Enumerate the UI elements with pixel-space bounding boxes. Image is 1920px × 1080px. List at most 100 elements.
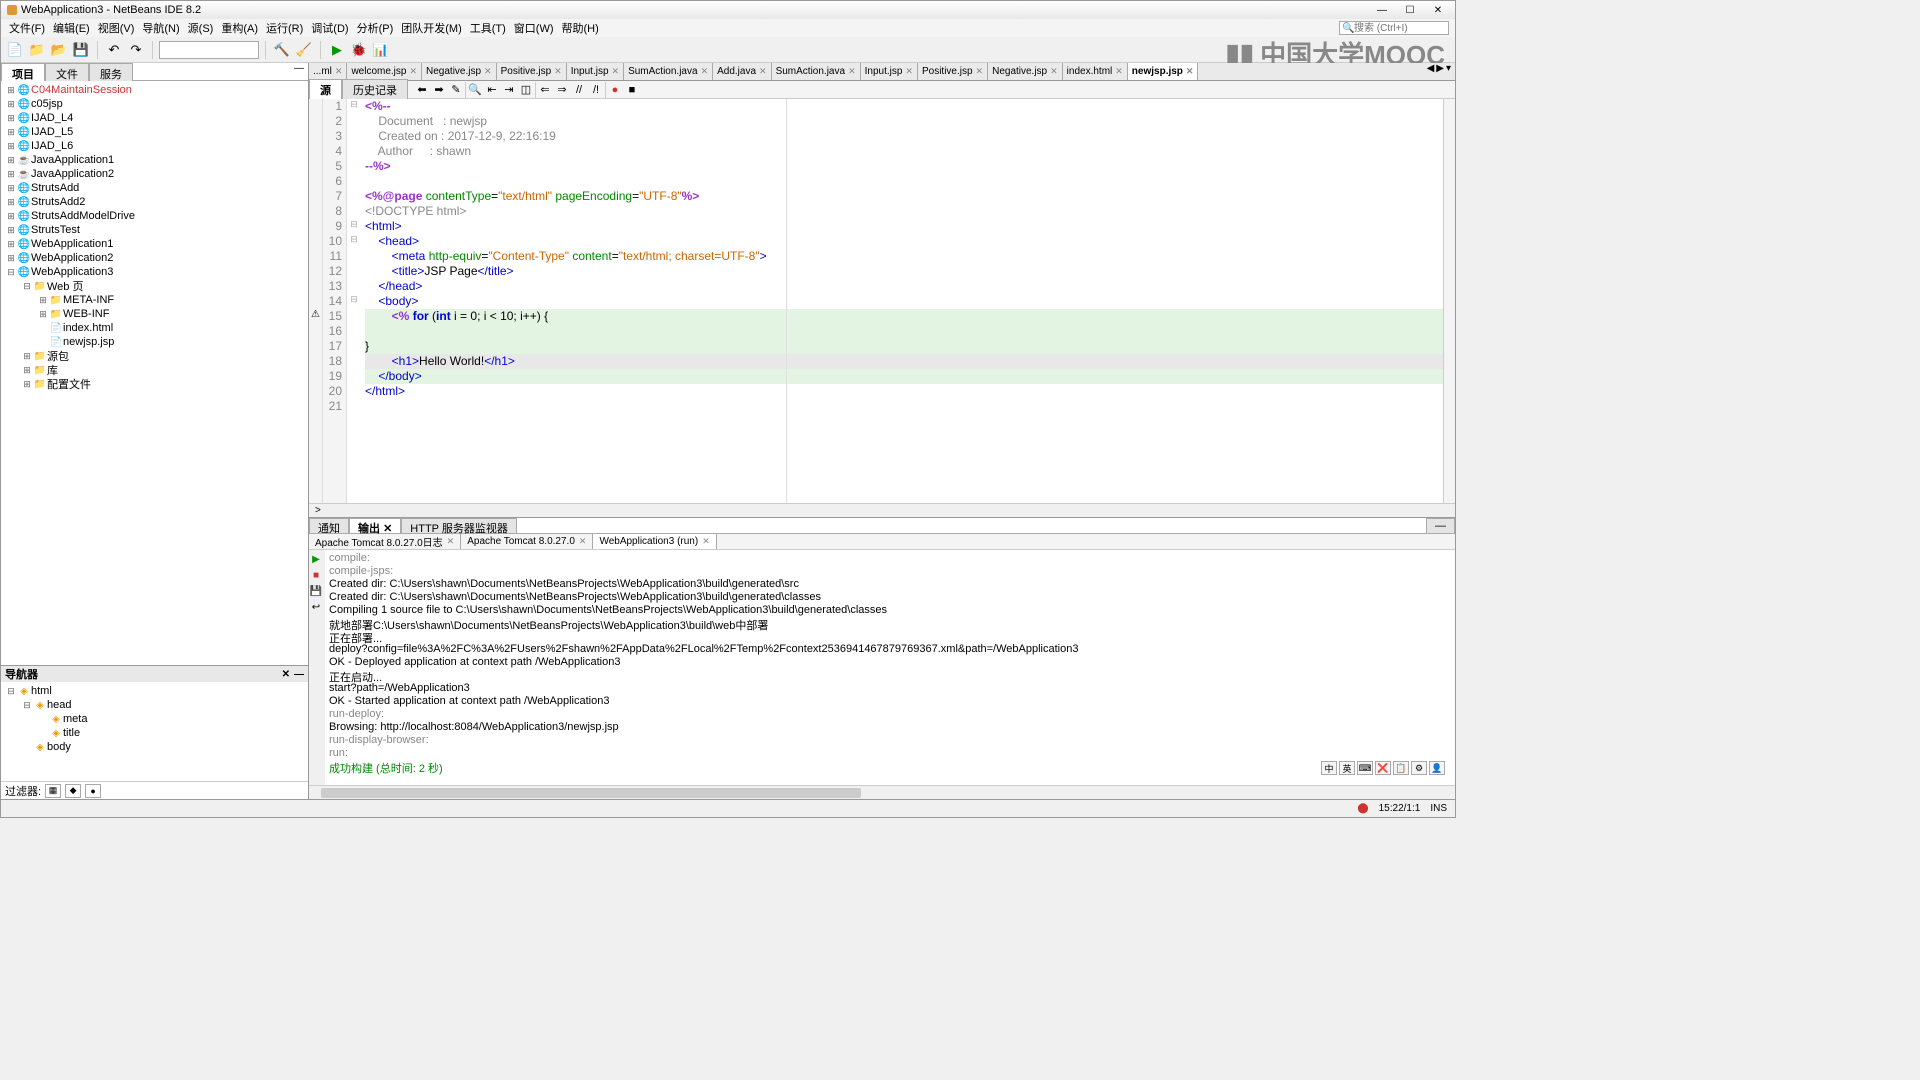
tree-item[interactable]: ⊟🌐WebApplication3 xyxy=(1,265,308,279)
code-line[interactable] xyxy=(365,324,1455,339)
editor-tab[interactable]: Input.jsp✕ xyxy=(567,63,624,80)
menu-item[interactable]: 文件(F) xyxy=(5,23,49,35)
debug-button[interactable]: 🐞 xyxy=(349,40,369,60)
close-icon[interactable]: ✕ xyxy=(905,66,913,77)
editor-tab[interactable]: Negative.jsp✕ xyxy=(988,63,1063,80)
tree-item[interactable]: ⊞☕JavaApplication2 xyxy=(1,167,308,181)
close-button[interactable]: ✕ xyxy=(1427,3,1449,17)
tab-files[interactable]: 文件 xyxy=(45,63,89,81)
error-badge-icon[interactable]: ⬤ xyxy=(1357,803,1368,814)
code-line[interactable]: </body> xyxy=(365,369,1455,384)
nav-tree-item[interactable]: ⊟◈html xyxy=(1,684,308,698)
minimize-button[interactable]: — xyxy=(1371,3,1393,17)
tab-output[interactable]: 输出 ✕ xyxy=(349,518,401,534)
out-stop-button[interactable]: ■ xyxy=(309,568,323,582)
nav-tree-item[interactable]: ◈meta xyxy=(1,712,308,726)
et-last-edit-icon[interactable]: ✎ xyxy=(448,82,464,98)
code-line[interactable]: <h1>Hello World!</h1> xyxy=(365,354,1455,369)
code-line[interactable]: <title>JSP Page</title> xyxy=(365,264,1455,279)
code-line[interactable] xyxy=(365,174,1455,189)
close-icon[interactable]: ✕ xyxy=(447,536,455,547)
editor-tab[interactable]: Negative.jsp✕ xyxy=(422,63,497,80)
out-rerun-button[interactable]: ▶ xyxy=(309,552,323,566)
subtab-source[interactable]: 源 xyxy=(309,79,342,101)
tree-item[interactable]: ⊞🌐WebApplication1 xyxy=(1,237,308,251)
tree-item[interactable]: ⊞🌐WebApplication2 xyxy=(1,251,308,265)
close-icon[interactable]: ✕ xyxy=(612,66,620,77)
code-line[interactable]: <html> xyxy=(365,219,1455,234)
et-fwd-icon[interactable]: ➡ xyxy=(431,82,447,98)
close-icon[interactable]: ✕ xyxy=(554,66,562,77)
tree-item[interactable]: ⊞☕JavaApplication1 xyxy=(1,153,308,167)
code-line[interactable]: <% for (int i = 0; i < 10; i++) { xyxy=(365,309,1455,324)
output-h-scrollbar[interactable] xyxy=(309,785,1455,799)
tree-item[interactable]: ⊞📁配置文件 xyxy=(1,377,308,391)
tree-item[interactable]: ⊟📁Web 页 xyxy=(1,279,308,293)
editor-tab[interactable]: ...ml✕ xyxy=(309,63,347,80)
output-minimize-icon[interactable]: — xyxy=(1426,518,1455,534)
code-line[interactable]: Created on : 2017-12-9, 22:16:19 xyxy=(365,129,1455,144)
editor-tab[interactable]: Input.jsp✕ xyxy=(861,63,918,80)
ime-button[interactable]: ⚙ xyxy=(1411,761,1427,775)
filter-btn-2[interactable]: ◆ xyxy=(65,784,81,798)
code-line[interactable]: <body> xyxy=(365,294,1455,309)
output-subtab[interactable]: WebApplication3 (run)✕ xyxy=(593,534,716,549)
tree-item[interactable]: 📄index.html xyxy=(1,321,308,335)
nav-tree-item[interactable]: ◈body xyxy=(1,740,308,754)
editor-tab[interactable]: SumAction.java✕ xyxy=(772,63,861,80)
config-combo[interactable] xyxy=(159,41,259,59)
menu-item[interactable]: 重构(A) xyxy=(217,23,262,35)
close-icon[interactable]: ✕ xyxy=(701,66,709,77)
et-toggle-hl-icon[interactable]: ◫ xyxy=(518,82,534,98)
close-icon[interactable]: ✕ xyxy=(848,66,856,77)
ime-button[interactable]: ❌ xyxy=(1375,761,1391,775)
output-console[interactable]: compile:compile-jsps:Created dir: C:\Use… xyxy=(325,550,1455,785)
et-rec-icon[interactable]: ● xyxy=(607,82,623,98)
ime-button[interactable]: 📋 xyxy=(1393,761,1409,775)
run-button[interactable]: ▶ xyxy=(327,40,347,60)
tree-item[interactable]: ⊞📁META-INF xyxy=(1,293,308,307)
close-icon[interactable]: ✕ xyxy=(484,66,492,77)
et-shift-right-icon[interactable]: ⇒ xyxy=(554,82,570,98)
nav-close-icon[interactable]: ✕ xyxy=(282,669,290,680)
et-stop-icon[interactable]: ■ xyxy=(624,82,640,98)
editor-breadcrumb[interactable]: > xyxy=(309,503,1455,517)
tree-item[interactable]: ⊞📁WEB-INF xyxy=(1,307,308,321)
close-icon[interactable]: ✕ xyxy=(1115,66,1123,77)
menu-item[interactable]: 帮助(H) xyxy=(558,23,603,35)
tree-item[interactable]: ⊞🌐C04MaintainSession xyxy=(1,83,308,97)
tree-item[interactable]: ⊞📁库 xyxy=(1,363,308,377)
open-project-button[interactable]: 📂 xyxy=(49,40,69,60)
tree-item[interactable]: 📄newjsp.jsp xyxy=(1,335,308,349)
close-icon[interactable]: ✕ xyxy=(702,536,710,547)
menu-item[interactable]: 团队开发(M) xyxy=(397,23,466,35)
code-line[interactable]: } xyxy=(365,339,1455,354)
et-shift-left-icon[interactable]: ⇐ xyxy=(537,82,553,98)
close-icon[interactable]: ✕ xyxy=(759,66,767,77)
close-icon[interactable]: ✕ xyxy=(335,66,343,77)
code-line[interactable] xyxy=(365,399,1455,414)
close-icon[interactable]: ✕ xyxy=(1050,66,1058,77)
close-icon[interactable]: ✕ xyxy=(976,66,984,77)
et-uncomment-icon[interactable]: /! xyxy=(588,82,604,98)
tab-projects[interactable]: 项目 xyxy=(1,63,45,81)
ime-button[interactable]: 中 xyxy=(1321,761,1337,775)
output-subtab[interactable]: Apache Tomcat 8.0.27.0✕ xyxy=(461,534,593,549)
error-strip[interactable] xyxy=(1443,99,1455,503)
filter-btn-3[interactable]: ● xyxy=(85,784,101,798)
nav-tree-item[interactable]: ⊟◈head xyxy=(1,698,308,712)
menu-item[interactable]: 调试(D) xyxy=(307,23,352,35)
tree-item[interactable]: ⊞🌐StrutsAdd xyxy=(1,181,308,195)
nav-minimize-icon[interactable]: — xyxy=(294,669,304,680)
menu-item[interactable]: 分析(P) xyxy=(353,23,398,35)
tab-http-monitor[interactable]: HTTP 服务器监视器 xyxy=(401,518,517,534)
close-icon[interactable]: ✕ xyxy=(409,66,417,77)
code-line[interactable]: <%@page contentType="text/html" pageEnco… xyxy=(365,189,1455,204)
code-line[interactable]: </head> xyxy=(365,279,1455,294)
save-all-button[interactable]: 💾 xyxy=(71,40,91,60)
ime-button[interactable]: 英 xyxy=(1339,761,1355,775)
et-prev-icon[interactable]: ⇤ xyxy=(484,82,500,98)
editor-tab[interactable]: index.html✕ xyxy=(1063,63,1128,80)
maximize-button[interactable]: ☐ xyxy=(1399,3,1421,17)
new-project-button[interactable]: 📁 xyxy=(27,40,47,60)
